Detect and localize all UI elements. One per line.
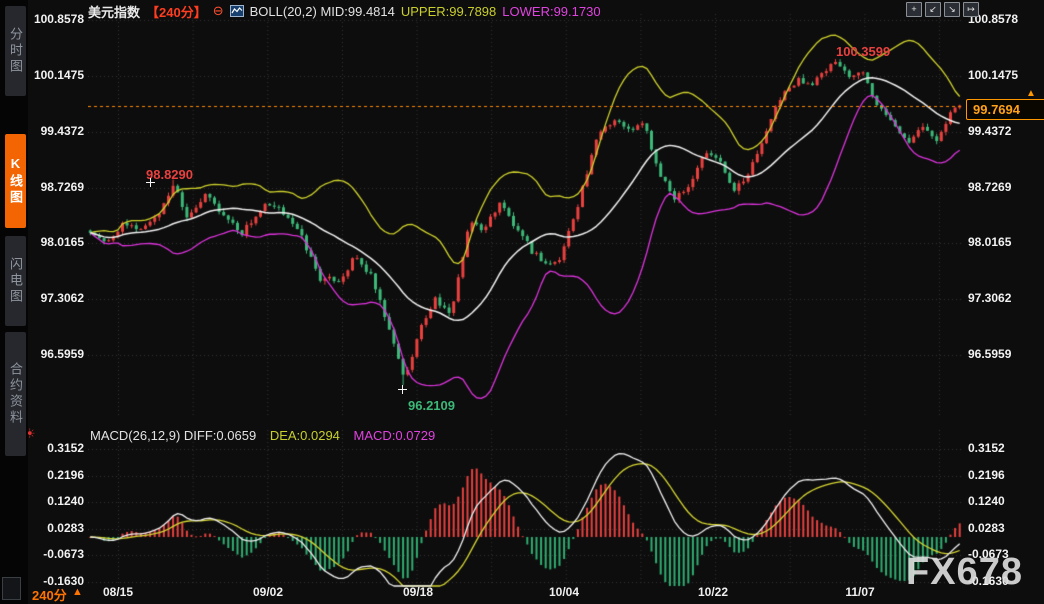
boll-upper-readout: UPPER:99.7898	[401, 4, 496, 19]
x-axis-date: 10/04	[541, 585, 587, 599]
macd-header: MACD(26,12,9) DIFF:0.0659 DEA:0.0294 MAC…	[90, 428, 435, 443]
swing-low-marker-cross	[398, 385, 407, 394]
price-tick-label: 100.1475	[968, 68, 1042, 82]
sidebar-tab-flash-chart[interactable]: 闪电图	[5, 236, 26, 326]
macd-tick-label: 0.1240	[968, 494, 1042, 508]
price-tick-label: 98.0165	[28, 235, 84, 249]
symbol-title: 美元指数	[88, 2, 140, 21]
price-tick-label: 98.0165	[968, 235, 1042, 249]
collapse-indicator-icon[interactable]: ⊖	[213, 5, 224, 17]
sidebar-tab-time-chart[interactable]: 分时图	[5, 6, 26, 96]
price-tag-arrow-icon: ▲	[1026, 88, 1036, 99]
macd-diff-readout: MACD(26,12,9) DIFF:0.0659	[90, 428, 256, 443]
price-tick-label: 99.4372	[28, 124, 84, 138]
price-tick-label: 98.7269	[968, 180, 1042, 194]
price-tick-label: 100.8578	[968, 12, 1042, 26]
price-tick-label: 99.4372	[968, 124, 1042, 138]
pan-right-icon[interactable]: ↦	[963, 2, 979, 17]
boll-mid-readout: BOLL(20,2) MID:99.4814	[250, 4, 395, 19]
swing-low-annotation: 96.2109	[408, 398, 455, 413]
price-tick-label: 96.5959	[28, 347, 84, 361]
x-axis-date: 08/15	[95, 585, 141, 599]
macd-tick-label: 0.0283	[24, 521, 84, 535]
x-axis-date: 09/18	[395, 585, 441, 599]
chart-header: 美元指数 【240分】 ⊖ BOLL(20,2) MID:99.4814 UPP…	[88, 3, 601, 19]
macd-dea-readout: DEA:0.0294	[270, 428, 340, 443]
macd-chart-canvas[interactable]	[88, 424, 962, 590]
macd-tick-label: 0.3152	[968, 441, 1042, 455]
price-tick-label: 98.7269	[28, 180, 84, 194]
x-axis-date: 10/22	[690, 585, 736, 599]
x-axis-date: 09/02	[245, 585, 291, 599]
price-chart-canvas[interactable]	[88, 0, 962, 424]
chart-type-icon[interactable]	[230, 5, 244, 17]
anchor-bottom-right-icon[interactable]: ↘	[944, 2, 960, 17]
chart-toolbar: + ↙ ↘ ↦	[906, 2, 979, 17]
fx678-watermark: FX678	[906, 551, 1023, 594]
sidebar-corner-box	[2, 577, 21, 600]
price-tick-label: 97.3062	[968, 291, 1042, 305]
peak-annotation: 100.3599	[836, 44, 890, 59]
price-tick-label: 97.3062	[28, 291, 84, 305]
anchor-bottom-left-icon[interactable]: ↙	[925, 2, 941, 17]
macd-tick-label: 0.2196	[24, 468, 84, 482]
macd-tick-label: 0.3152	[24, 441, 84, 455]
macd-readout: MACD:0.0729	[354, 428, 436, 443]
boll-lower-readout: LOWER:99.1730	[502, 4, 600, 19]
sidebar-tab-contract-info[interactable]: 合约资料	[5, 332, 26, 456]
macd-tick-label: -0.0673	[24, 547, 84, 561]
price-tick-label: 100.8578	[28, 12, 84, 26]
footer-period-selector[interactable]: 240分	[32, 585, 67, 604]
period-label: 【240分】	[146, 2, 207, 21]
pan-crosshair-icon[interactable]: +	[906, 2, 922, 17]
x-axis-date: 11/07	[837, 585, 883, 599]
sidebar: 分时图 K线图 闪电图 合约资料	[0, 0, 28, 604]
macd-tick-label: 0.0283	[968, 521, 1042, 535]
price-tick-label: 96.5959	[968, 347, 1042, 361]
swing-high-marker-cross	[146, 178, 155, 187]
macd-tick-label: 0.1240	[24, 494, 84, 508]
macd-tick-label: 0.2196	[968, 468, 1042, 482]
sidebar-tab-candle-chart[interactable]: K线图	[5, 134, 26, 228]
current-price-tag: 99.7694	[966, 99, 1044, 120]
footer-period-arrow-icon[interactable]: ▲	[72, 586, 83, 598]
price-tick-label: 100.1475	[28, 68, 84, 82]
